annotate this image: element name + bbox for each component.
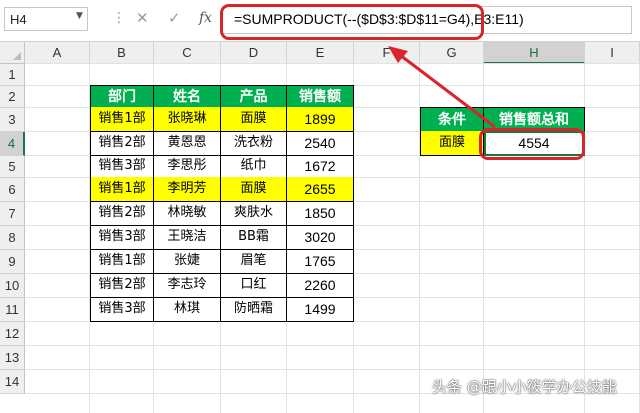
callout-arrow bbox=[388, 46, 496, 129]
watermark: 头条 @跟小小筱学办公技能 bbox=[432, 378, 617, 396]
